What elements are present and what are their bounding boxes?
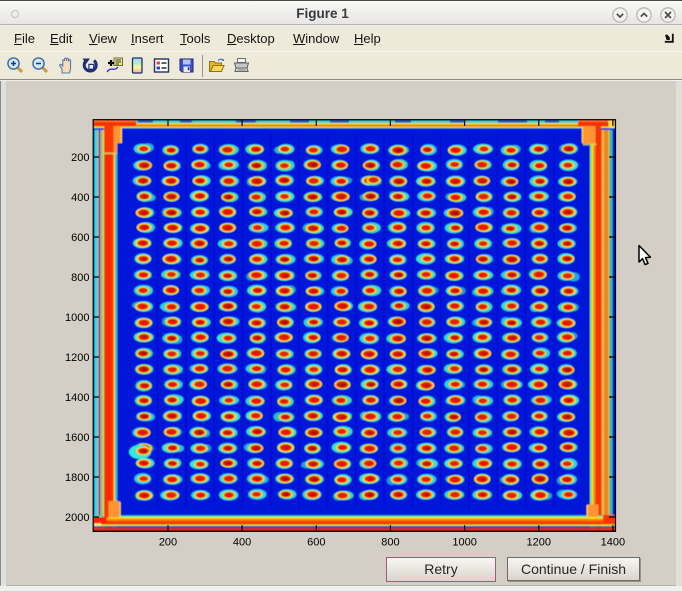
svg-text:1000: 1000: [65, 312, 89, 324]
svg-text:800: 800: [381, 537, 399, 549]
svg-text:200: 200: [159, 537, 177, 549]
svg-text:400: 400: [233, 537, 251, 549]
svg-text:1200: 1200: [527, 537, 551, 549]
svg-text:600: 600: [307, 537, 325, 549]
svg-text:600: 600: [71, 232, 89, 244]
svg-text:1600: 1600: [65, 432, 89, 444]
svg-text:2000: 2000: [65, 512, 89, 524]
svg-text:1000: 1000: [452, 537, 476, 549]
svg-text:1400: 1400: [65, 392, 89, 404]
svg-text:400: 400: [71, 192, 89, 204]
svg-text:1200: 1200: [65, 352, 89, 364]
svg-text:1400: 1400: [601, 537, 625, 549]
svg-text:800: 800: [71, 272, 89, 284]
svg-text:1800: 1800: [65, 472, 89, 484]
svg-text:200: 200: [71, 152, 89, 164]
